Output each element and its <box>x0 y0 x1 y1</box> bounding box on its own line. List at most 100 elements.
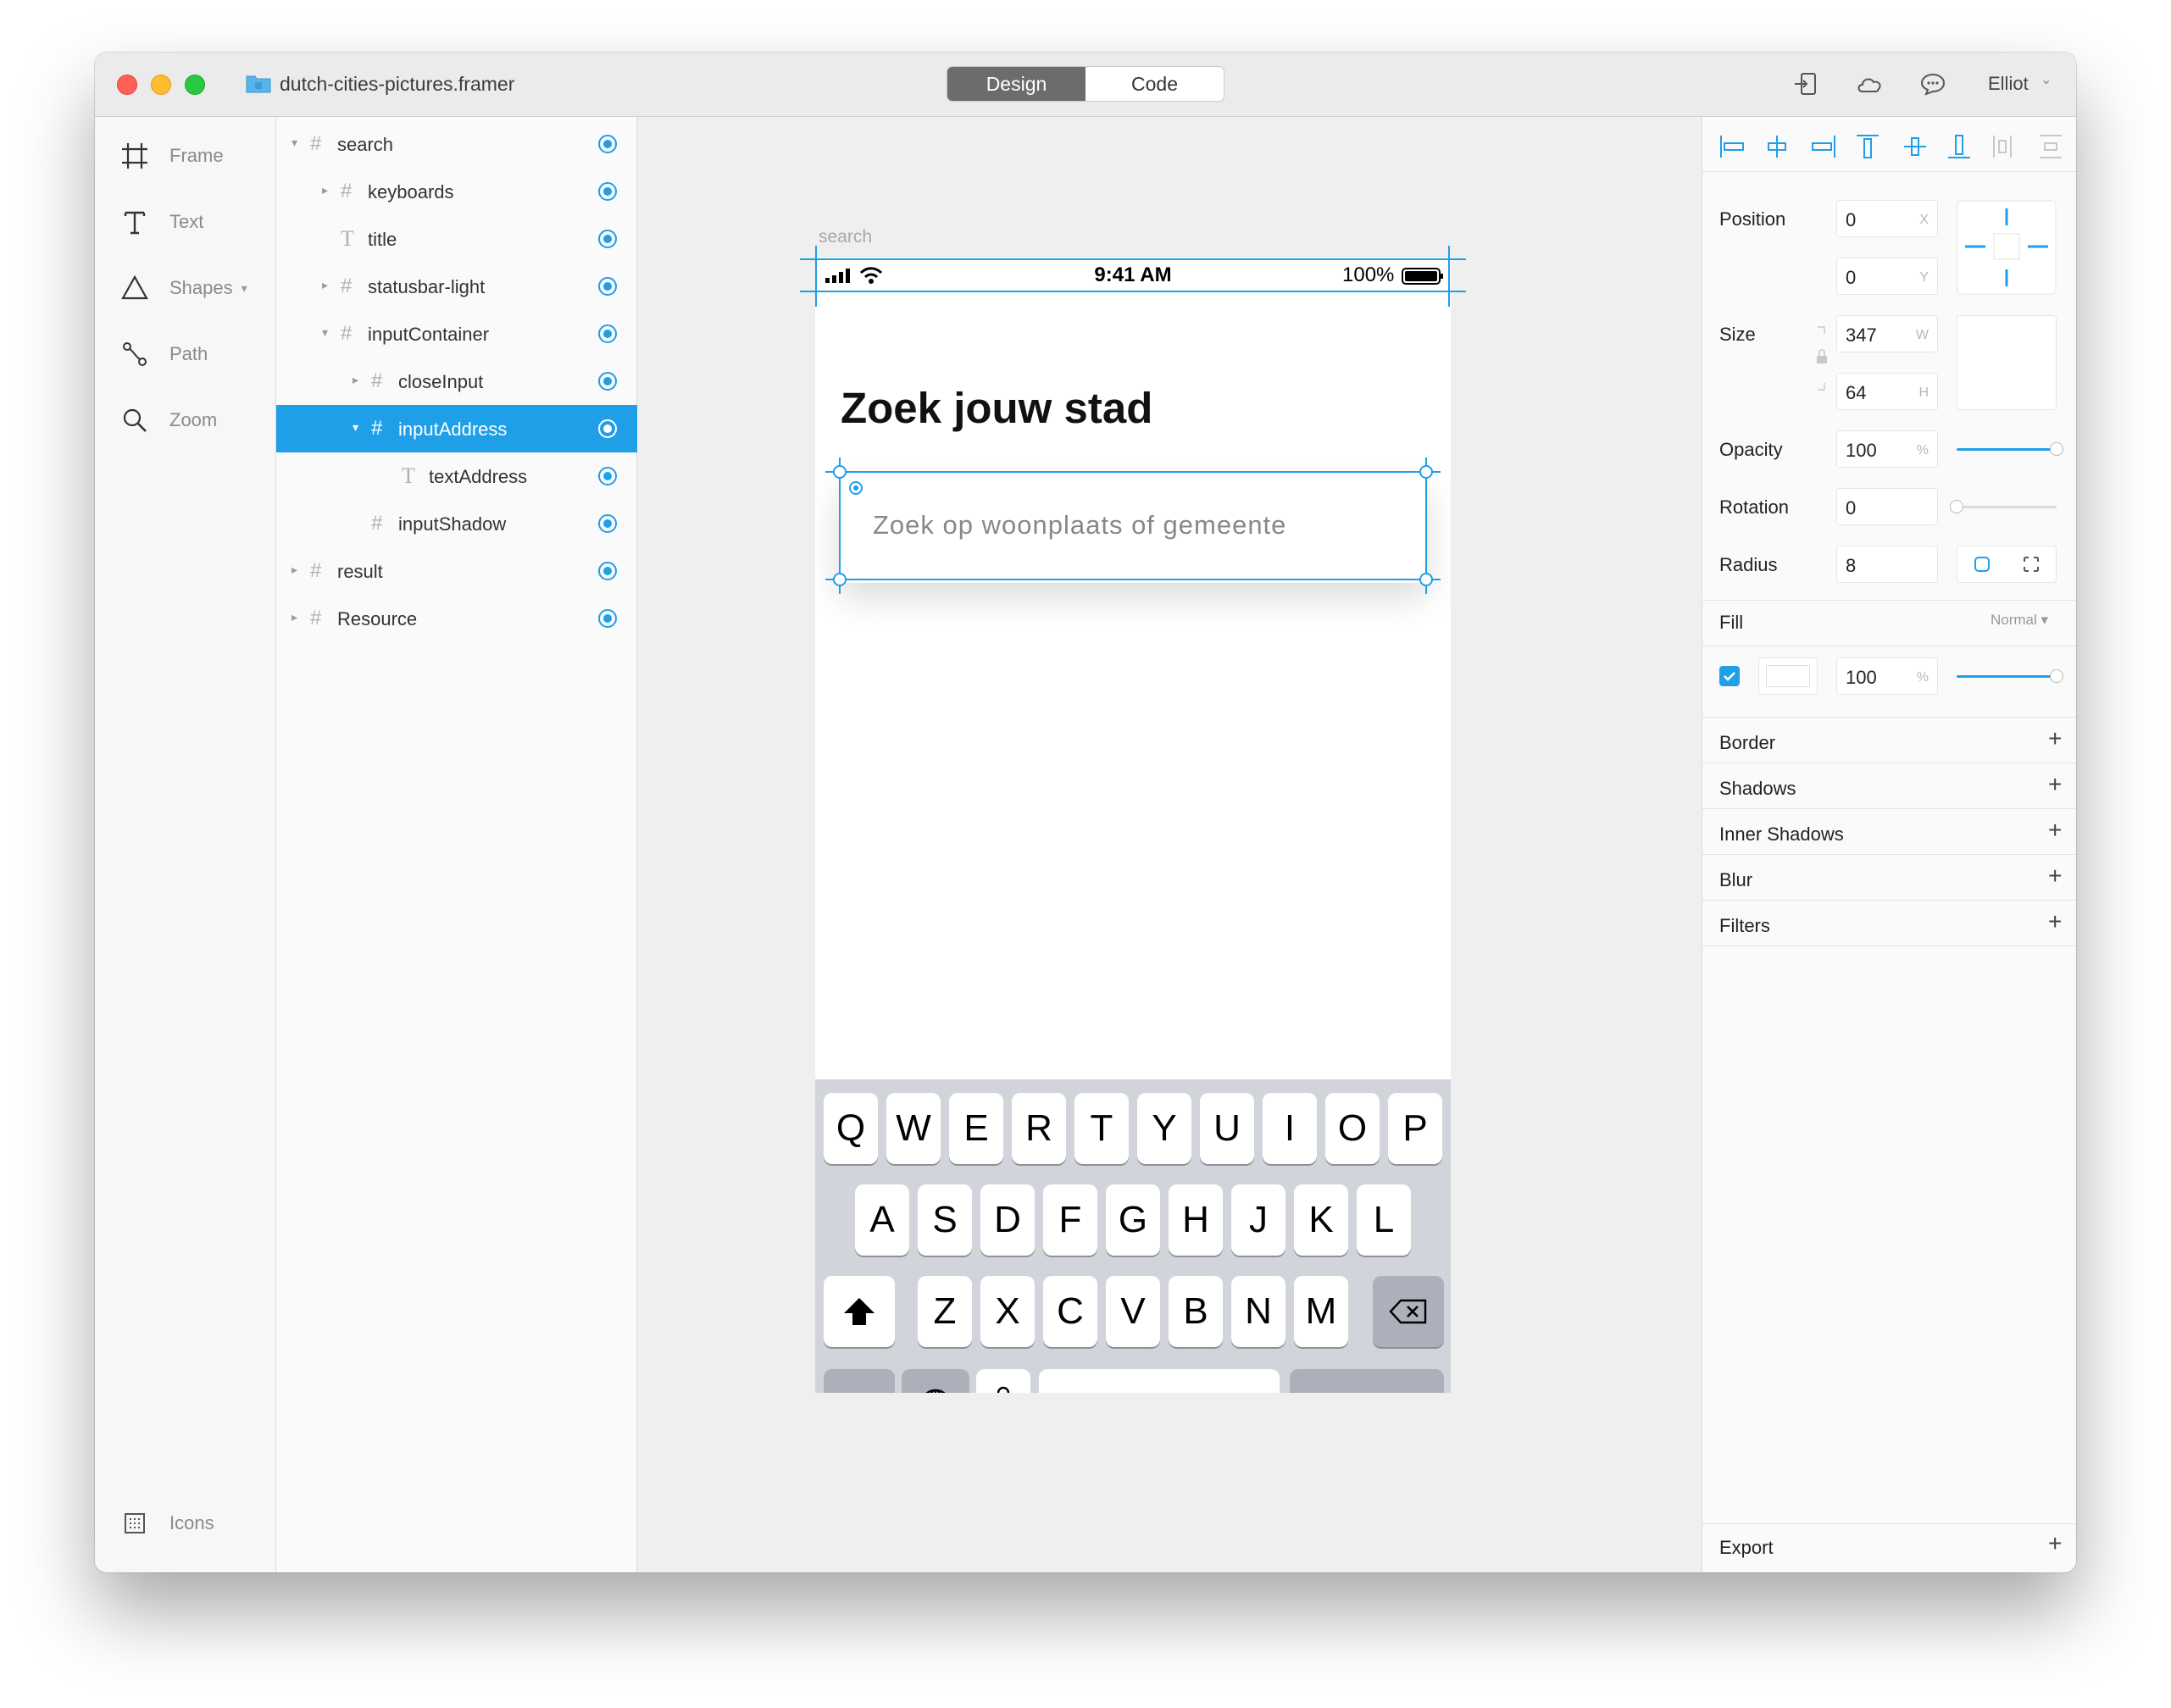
key-q[interactable]: Q <box>824 1093 878 1164</box>
opacity-slider[interactable] <box>1957 448 2057 451</box>
size-width-value[interactable]: 347 <box>1846 324 1877 347</box>
add-border-button[interactable]: + <box>2048 725 2062 752</box>
disclosure-closed-icon[interactable]: ▸ <box>292 563 297 577</box>
space-key[interactable]: space <box>1039 1369 1280 1393</box>
key-x[interactable]: X <box>980 1276 1035 1347</box>
layer-row-textAddress[interactable]: TtextAddress <box>276 452 637 500</box>
layer-row-Resource[interactable]: ▸ # Resource <box>276 595 637 642</box>
fill-color-swatch[interactable] <box>1766 665 1810 687</box>
layer-target-icon[interactable] <box>598 609 617 628</box>
layer-target-icon[interactable] <box>598 514 617 533</box>
key-j[interactable]: J <box>1231 1184 1285 1256</box>
close-window-button[interactable] <box>117 75 137 95</box>
section-export[interactable]: Export <box>1719 1537 1774 1559</box>
radius-value[interactable]: 8 <box>1846 555 1856 577</box>
cloud-icon[interactable] <box>1856 71 1885 97</box>
opacity-slider-handle[interactable] <box>2050 442 2063 456</box>
tab-code[interactable]: Code <box>1086 67 1224 101</box>
layer-row-statusbar-light[interactable]: ▸ # statusbar-light <box>276 263 637 310</box>
layer-target-icon[interactable] <box>598 419 617 438</box>
layer-target-icon[interactable] <box>598 277 617 296</box>
position-x-field[interactable]: 0 X <box>1836 200 1938 237</box>
layer-target-icon[interactable] <box>598 230 617 248</box>
layer-row-search[interactable]: ▾ # search <box>276 120 637 168</box>
pin-constraints-widget[interactable] <box>1957 200 2057 295</box>
key-w[interactable]: W <box>886 1093 941 1164</box>
search-input-placeholder[interactable]: Zoek op woonplaats of gemeente <box>873 510 1286 541</box>
tool-zoom[interactable]: Zoom <box>120 403 217 437</box>
tool-text[interactable]: Text <box>120 205 203 239</box>
section-border[interactable]: Border <box>1719 732 1775 754</box>
layer-row-inputAddress[interactable]: ▾ # inputAddress <box>276 405 637 452</box>
minimize-window-button[interactable] <box>151 75 171 95</box>
key-o[interactable]: O <box>1325 1093 1380 1164</box>
layer-name[interactable]: inputContainer <box>368 324 489 346</box>
fill-blend-mode[interactable]: Normal ▾ <box>1991 612 2048 629</box>
section-inner-shadows[interactable]: Inner Shadows <box>1719 824 1844 846</box>
layer-target-icon[interactable] <box>598 562 617 580</box>
layer-target-icon[interactable] <box>598 372 617 391</box>
key-z[interactable]: Z <box>918 1276 972 1347</box>
layer-target-icon[interactable] <box>598 324 617 343</box>
fill-color-well[interactable] <box>1758 657 1818 695</box>
key-a[interactable]: A <box>855 1184 909 1256</box>
layer-name[interactable]: closeInput <box>398 371 483 393</box>
disclosure-closed-icon[interactable]: ▸ <box>322 183 328 197</box>
add-shadow-button[interactable]: + <box>2048 771 2062 798</box>
fill-opacity-value[interactable]: 100 <box>1846 667 1877 689</box>
layer-row-inputContainer[interactable]: ▾ # inputContainer <box>276 310 637 358</box>
key-r[interactable]: R <box>1012 1093 1066 1164</box>
layer-row-closeInput[interactable]: ▸ # closeInput <box>276 358 637 405</box>
size-width-field[interactable]: 347 W <box>1836 315 1938 352</box>
key-d[interactable]: D <box>980 1184 1035 1256</box>
disclosure-open-icon[interactable]: ▾ <box>353 420 358 435</box>
layer-name[interactable]: Resource <box>337 608 417 630</box>
key-u[interactable]: U <box>1200 1093 1254 1164</box>
layer-target-icon[interactable] <box>598 467 617 485</box>
globe-key[interactable] <box>902 1369 969 1393</box>
add-filter-button[interactable]: + <box>2048 908 2062 935</box>
alignment-toolbar[interactable] <box>1718 132 2065 161</box>
return-key[interactable]: return <box>1290 1369 1444 1393</box>
layer-target-icon[interactable] <box>598 182 617 201</box>
layer-row-title[interactable]: Ttitle <box>276 215 637 263</box>
layer-name[interactable]: statusbar-light <box>368 276 485 298</box>
numbers-key[interactable]: 123 <box>824 1369 895 1393</box>
key-e[interactable]: E <box>949 1093 1003 1164</box>
layer-row-result[interactable]: ▸ # result <box>276 547 637 595</box>
layer-row-inputShadow[interactable]: # inputShadow <box>276 500 637 547</box>
layer-row-keyboards[interactable]: ▸ # keyboards <box>276 168 637 215</box>
microphone-key[interactable] <box>976 1369 1030 1393</box>
key-m[interactable]: M <box>1294 1276 1348 1347</box>
key-s[interactable]: S <box>918 1184 972 1256</box>
section-filters[interactable]: Filters <box>1719 915 1770 937</box>
user-menu-caret[interactable]: ⌄ <box>2041 71 2052 88</box>
layer-target-icon[interactable] <box>598 135 617 153</box>
size-height-value[interactable]: 64 <box>1846 382 1866 404</box>
key-n[interactable]: N <box>1231 1276 1285 1347</box>
disclosure-closed-icon[interactable]: ▸ <box>322 278 328 292</box>
position-y-value[interactable]: 0 <box>1846 267 1856 289</box>
rotation-slider[interactable] <box>1957 506 2057 508</box>
disclosure-closed-icon[interactable]: ▸ <box>353 373 358 387</box>
phone-artboard[interactable]: 9:41 AM 100% Zoek jouw stad Zoek op woon… <box>815 258 1451 1393</box>
layer-name[interactable]: search <box>337 134 393 156</box>
add-inner-shadow-button[interactable]: + <box>2048 817 2062 844</box>
position-x-value[interactable]: 0 <box>1846 209 1856 231</box>
disclosure-open-icon[interactable]: ▾ <box>322 325 328 340</box>
user-menu[interactable]: Elliot <box>1988 73 2029 95</box>
artboard-label[interactable]: search <box>819 227 872 247</box>
key-h[interactable]: H <box>1169 1184 1223 1256</box>
radius-field[interactable]: 8 <box>1836 546 1938 583</box>
key-c[interactable]: C <box>1043 1276 1097 1347</box>
maximize-window-button[interactable] <box>185 75 205 95</box>
comment-icon[interactable] <box>1918 71 1947 97</box>
preview-device-icon[interactable] <box>1793 71 1822 97</box>
key-p[interactable]: P <box>1388 1093 1442 1164</box>
disclosure-closed-icon[interactable]: ▸ <box>292 610 297 624</box>
lock-aspect-icon[interactable] <box>1814 322 1830 395</box>
tool-icons[interactable]: Icons <box>120 1506 214 1540</box>
layer-name[interactable]: result <box>337 561 383 583</box>
layer-name[interactable]: inputAddress <box>398 419 507 441</box>
key-y[interactable]: Y <box>1137 1093 1191 1164</box>
